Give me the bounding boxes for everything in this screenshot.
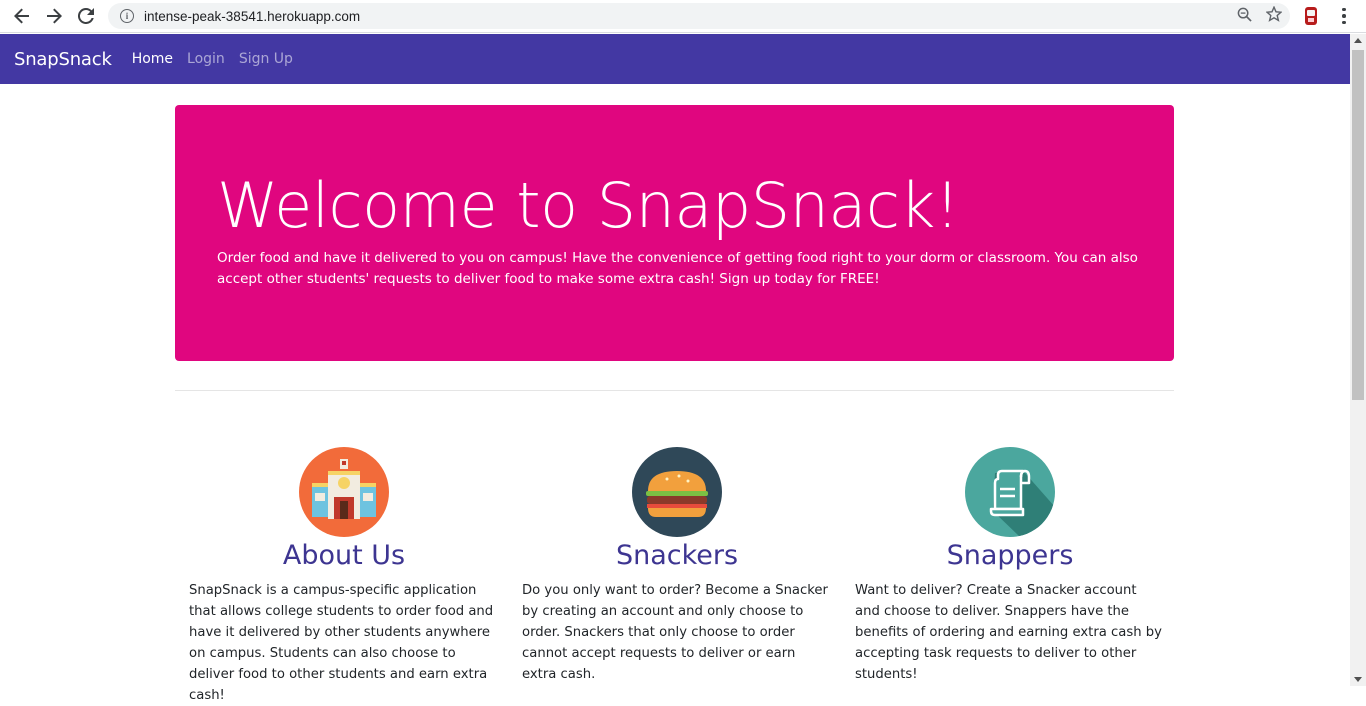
feature-snackers: Snackers Do you only want to order? Beco… <box>522 447 832 685</box>
about-us-title: About Us <box>282 540 406 571</box>
school-building-icon <box>299 447 389 537</box>
extension-icon[interactable] <box>1302 5 1320 27</box>
snackers-text: Do you only want to order? Become a Snac… <box>522 583 828 682</box>
reload-icon[interactable] <box>70 0 102 32</box>
feature-about-us: About Us SnapSnack is a campus-specific … <box>189 447 499 706</box>
address-bar[interactable]: i intense-peak-38541.herokuapp.com <box>108 3 1290 29</box>
forward-arrow-icon[interactable] <box>38 0 70 32</box>
nav-home[interactable]: Home <box>132 51 173 67</box>
page-scrollbar[interactable] <box>1350 34 1366 686</box>
about-us-text: SnapSnack is a campus-specific applicati… <box>189 583 494 703</box>
bookmark-star-icon[interactable] <box>1265 5 1283 26</box>
site-navbar: SnapSnack Home Login Sign Up <box>0 34 1350 84</box>
burger-icon <box>632 447 722 537</box>
browser-menu-icon[interactable] <box>1336 4 1352 28</box>
zoom-icon[interactable] <box>1237 7 1252 26</box>
divider <box>175 390 1174 391</box>
welcome-jumbotron: Welcome to SnapSnack! Order food and hav… <box>175 105 1174 361</box>
nav-sign-up[interactable]: Sign Up <box>239 51 293 67</box>
scroll-thumb[interactable] <box>1352 50 1364 400</box>
snappers-title: Snappers <box>946 540 1074 571</box>
welcome-text: Order food and have it delivered to you … <box>217 250 1138 287</box>
nav-login[interactable]: Login <box>187 51 225 67</box>
snackers-title: Snackers <box>615 540 739 571</box>
snappers-text: Want to deliver? Create a Snacker accoun… <box>855 583 1162 682</box>
scroll-up-icon[interactable] <box>1354 38 1362 43</box>
welcome-title: Welcome to SnapSnack! <box>217 169 960 242</box>
back-arrow-icon[interactable] <box>6 0 38 32</box>
browser-toolbar: i intense-peak-38541.herokuapp.com <box>0 0 1366 33</box>
feature-snappers: Snappers Want to deliver? Create a Snack… <box>855 447 1165 685</box>
url-text[interactable]: intense-peak-38541.herokuapp.com <box>144 9 360 24</box>
brand-logo[interactable]: SnapSnack <box>14 49 112 70</box>
info-icon[interactable]: i <box>120 9 134 23</box>
receipt-icon <box>965 447 1055 537</box>
scroll-down-icon[interactable] <box>1354 677 1362 682</box>
